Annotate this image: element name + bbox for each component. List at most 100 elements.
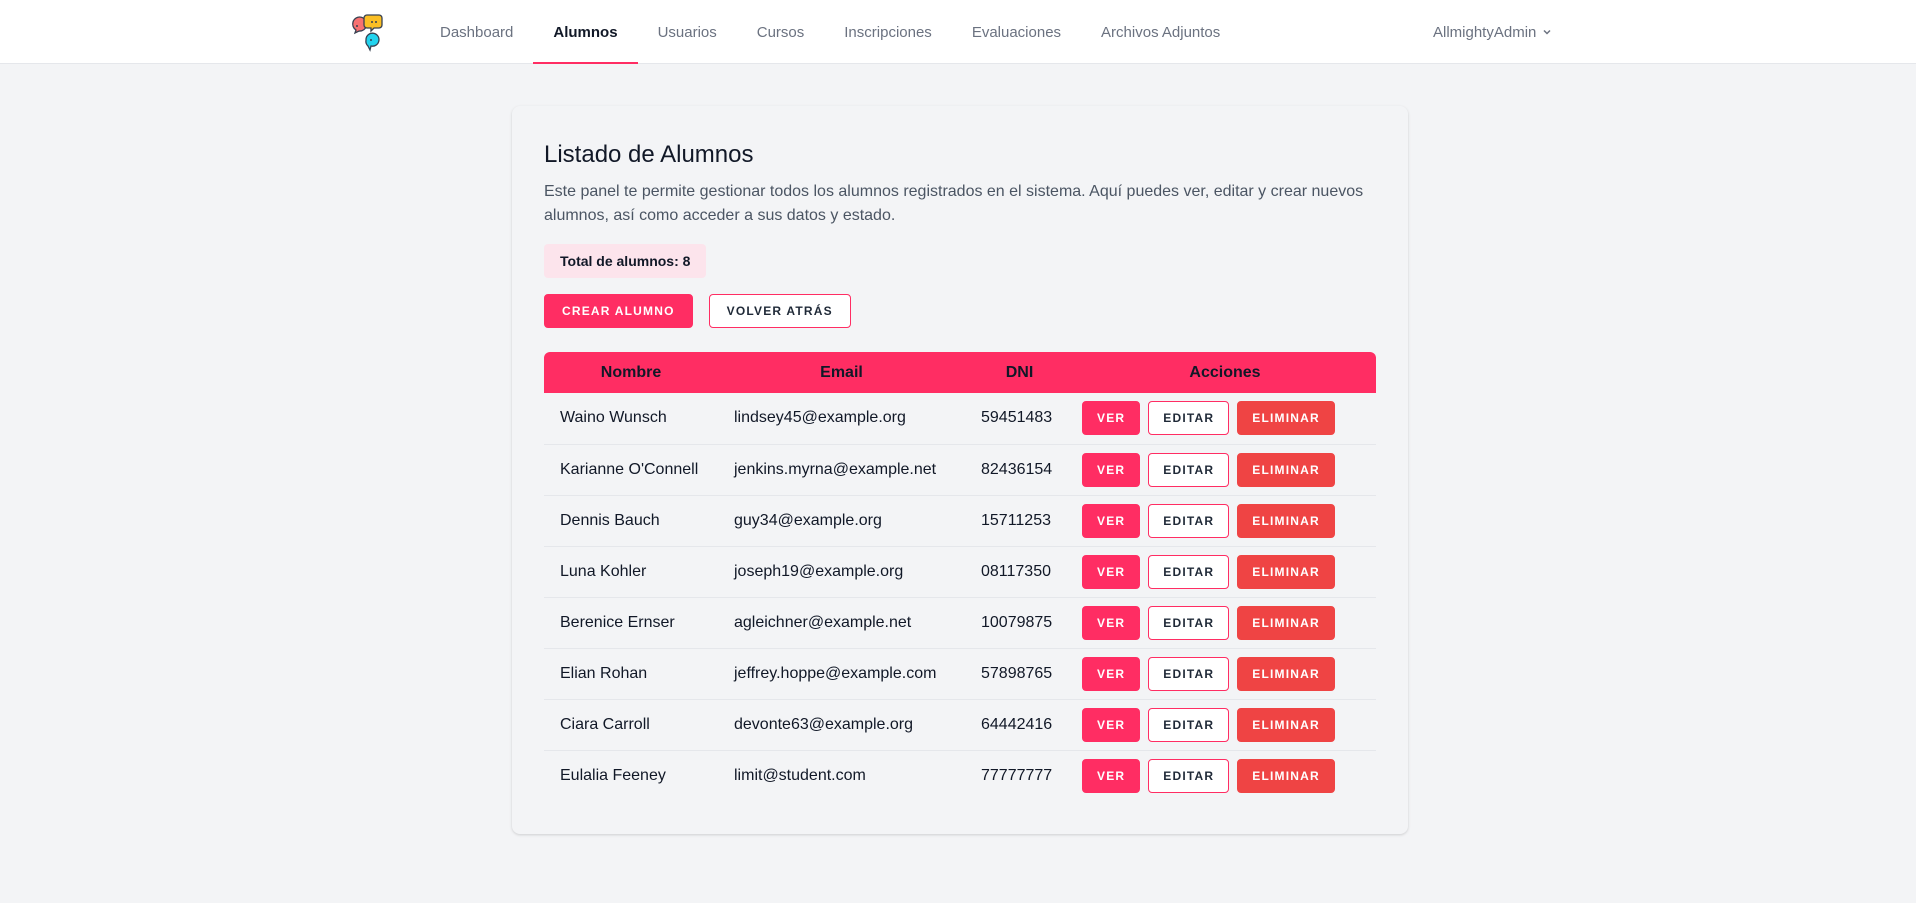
- row-actions-cell: Ver Editar Eliminar: [1074, 648, 1376, 700]
- delete-button[interactable]: Eliminar: [1237, 656, 1335, 691]
- student-dni: 57898765: [965, 648, 1074, 700]
- table-row: Karianne O'Connell jenkins.myrna@example…: [544, 444, 1376, 496]
- student-email: devonte63@example.org: [718, 699, 965, 751]
- row-actions-cell: Ver Editar Eliminar: [1074, 393, 1376, 445]
- table-body: Waino Wunsch lindsey45@example.org 59451…: [544, 393, 1376, 801]
- user-menu[interactable]: AllmightyAdmin: [1433, 20, 1552, 44]
- table-row: Berenice Ernser agleichner@example.net 1…: [544, 597, 1376, 649]
- view-button[interactable]: Ver: [1082, 452, 1141, 487]
- student-name: Elian Rohan: [544, 648, 718, 700]
- edit-button[interactable]: Editar: [1148, 503, 1230, 538]
- row-actions: Ver Editar Eliminar: [1082, 554, 1368, 589]
- row-actions-cell: Ver Editar Eliminar: [1074, 699, 1376, 751]
- row-actions: Ver Editar Eliminar: [1082, 758, 1368, 793]
- table-row: Dennis Bauch guy34@example.org 15711253 …: [544, 495, 1376, 547]
- edit-button[interactable]: Editar: [1148, 401, 1230, 436]
- create-student-button[interactable]: Crear Alumno: [544, 294, 693, 328]
- student-email: jeffrey.hoppe@example.com: [718, 648, 965, 700]
- table-row: Eulalia Feeney limit@student.com 7777777…: [544, 750, 1376, 801]
- row-actions: Ver Editar Eliminar: [1082, 707, 1368, 742]
- row-actions-cell: Ver Editar Eliminar: [1074, 495, 1376, 547]
- delete-button[interactable]: Eliminar: [1237, 707, 1335, 742]
- app-logo[interactable]: [349, 12, 389, 52]
- student-email: limit@student.com: [734, 766, 866, 784]
- nav-dashboard[interactable]: Dashboard: [420, 0, 533, 64]
- column-header-nombre: Nombre: [600, 363, 662, 381]
- student-dni: 64442416: [965, 699, 1074, 751]
- view-button[interactable]: Ver: [1082, 605, 1141, 640]
- delete-button[interactable]: Eliminar: [1237, 605, 1335, 640]
- view-button[interactable]: Ver: [1082, 554, 1141, 589]
- delete-button[interactable]: Eliminar: [1237, 503, 1335, 538]
- table-row: Elian Rohan jeffrey.hoppe@example.com 57…: [544, 648, 1376, 700]
- nav-cursos[interactable]: Cursos: [737, 0, 825, 64]
- page-description: Este panel te permite gestionar todos lo…: [544, 183, 1364, 224]
- view-button[interactable]: Ver: [1082, 707, 1141, 742]
- row-actions-cell: Ver Editar Eliminar: [1074, 546, 1376, 598]
- delete-button[interactable]: Eliminar: [1237, 452, 1335, 487]
- view-button[interactable]: Ver: [1082, 758, 1141, 793]
- student-dni: 08117350: [965, 546, 1074, 598]
- student-name: Eulalia Feeney: [560, 766, 666, 784]
- edit-button[interactable]: Editar: [1148, 605, 1230, 640]
- edit-button[interactable]: Editar: [1148, 656, 1230, 691]
- delete-button[interactable]: Eliminar: [1237, 401, 1335, 436]
- delete-button[interactable]: Eliminar: [1237, 758, 1335, 793]
- row-actions: Ver Editar Eliminar: [1082, 503, 1368, 538]
- main-nav: Dashboard Alumnos Usuarios Cursos Inscri…: [420, 0, 1240, 64]
- back-button[interactable]: Volver Atrás: [708, 294, 851, 328]
- student-name: Waino Wunsch: [544, 393, 718, 445]
- student-dni: 10079875: [965, 597, 1074, 649]
- student-name: Dennis Bauch: [544, 495, 718, 547]
- column-header-acciones: Acciones: [1189, 363, 1261, 381]
- row-actions: Ver Editar Eliminar: [1082, 452, 1368, 487]
- student-name: Karianne O'Connell: [544, 444, 718, 496]
- edit-button[interactable]: Editar: [1148, 707, 1230, 742]
- edit-button[interactable]: Editar: [1148, 758, 1230, 793]
- nav-alumnos[interactable]: Alumnos: [533, 0, 638, 64]
- row-actions-cell: Ver Editar Eliminar: [1074, 750, 1376, 801]
- student-name: Ciara Carroll: [544, 699, 718, 751]
- table-row: Luna Kohler joseph19@example.org 0811735…: [544, 546, 1376, 598]
- top-navbar: Dashboard Alumnos Usuarios Cursos Inscri…: [0, 0, 1916, 64]
- page-actions: Crear Alumno Volver Atrás: [544, 294, 1376, 328]
- user-name: AllmightyAdmin: [1433, 23, 1537, 41]
- student-dni: 77777777: [981, 766, 1053, 784]
- column-header-email: Email: [820, 363, 863, 381]
- student-dni: 15711253: [965, 495, 1074, 547]
- student-email: lindsey45@example.org: [718, 393, 965, 445]
- table-header-row: Nombre Email DNI Acciones: [544, 352, 1376, 393]
- page-title: Listado de Alumnos: [544, 141, 754, 168]
- view-button[interactable]: Ver: [1082, 656, 1141, 691]
- nav-inscripciones[interactable]: Inscripciones: [824, 0, 952, 64]
- student-dni: 59451483: [965, 393, 1074, 445]
- nav-archivos-adjuntos[interactable]: Archivos Adjuntos: [1081, 0, 1240, 64]
- view-button[interactable]: Ver: [1082, 401, 1141, 436]
- row-actions: Ver Editar Eliminar: [1082, 656, 1368, 691]
- students-panel-content: Listado de Alumnos Este panel te permite…: [544, 138, 1376, 801]
- speech-bubbles-logo-icon: [352, 14, 383, 52]
- edit-button[interactable]: Editar: [1148, 554, 1230, 589]
- view-button[interactable]: Ver: [1082, 503, 1141, 538]
- student-email: guy34@example.org: [718, 495, 965, 547]
- row-actions-cell: Ver Editar Eliminar: [1074, 597, 1376, 649]
- table-row: Waino Wunsch lindsey45@example.org 59451…: [544, 393, 1376, 445]
- delete-button[interactable]: Eliminar: [1237, 554, 1335, 589]
- row-actions-cell: Ver Editar Eliminar: [1074, 444, 1376, 496]
- student-dni: 82436154: [965, 444, 1074, 496]
- nav-evaluaciones[interactable]: Evaluaciones: [952, 0, 1081, 64]
- row-actions: Ver Editar Eliminar: [1082, 401, 1368, 436]
- total-students-badge: Total de alumnos: 8: [544, 244, 707, 278]
- student-email: agleichner@example.net: [718, 597, 965, 649]
- students-panel: Listado de Alumnos Este panel te permite…: [512, 106, 1408, 834]
- nav-usuarios[interactable]: Usuarios: [638, 0, 737, 64]
- student-name: Luna Kohler: [544, 546, 718, 598]
- edit-button[interactable]: Editar: [1148, 452, 1230, 487]
- row-actions: Ver Editar Eliminar: [1082, 605, 1368, 640]
- students-table: Nombre Email DNI Acciones Waino Wunsch l…: [544, 352, 1376, 801]
- table-row: Ciara Carroll devonte63@example.org 6444…: [544, 699, 1376, 751]
- chevron-down-icon: [1543, 29, 1551, 35]
- column-header-dni: DNI: [1005, 363, 1034, 381]
- student-email: joseph19@example.org: [718, 546, 965, 598]
- student-email: jenkins.myrna@example.net: [718, 444, 965, 496]
